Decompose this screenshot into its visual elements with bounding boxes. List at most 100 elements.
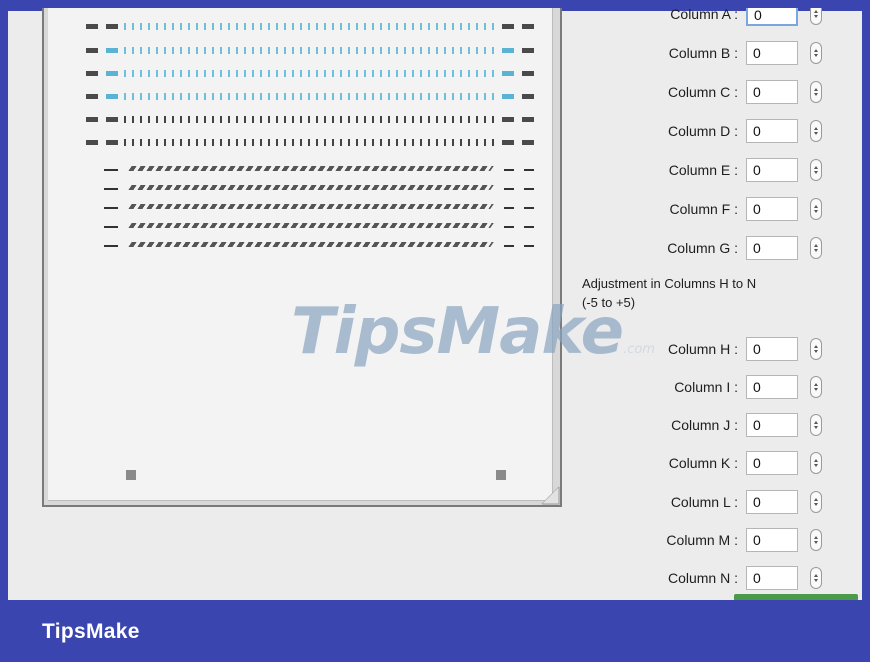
column-i-field[interactable]: 0 [746, 375, 798, 399]
preview-mark [106, 117, 118, 122]
preview-dash [104, 245, 118, 247]
column-d-label: Column D : [667, 123, 738, 139]
column-n-field[interactable]: 0 [746, 566, 798, 590]
preview-dash [524, 207, 534, 209]
column-m-label: Column M : [666, 532, 738, 548]
preview-row [128, 223, 494, 228]
preview-mark [502, 94, 514, 99]
preview-mark [86, 24, 98, 29]
column-g-label: Column G : [667, 240, 738, 256]
stepper-icon[interactable] [810, 42, 822, 64]
column-m-field[interactable]: 0 [746, 528, 798, 552]
column-k-label: Column K : [668, 455, 738, 471]
column-g-field[interactable]: 0 [746, 236, 798, 260]
preview-mark [502, 117, 514, 122]
column-j-label: Column J : [671, 417, 738, 433]
preview-paper [48, 8, 553, 501]
preview-row [124, 139, 496, 146]
stepper-icon[interactable] [810, 376, 822, 398]
column-a-field[interactable]: 0 [746, 8, 798, 26]
preview-dash [104, 169, 118, 171]
column-c-label: Column C : [667, 84, 738, 100]
preview-mark [522, 140, 534, 145]
column-e-field[interactable]: 0 [746, 158, 798, 182]
stepper-icon[interactable] [810, 491, 822, 513]
stepper-icon[interactable] [810, 81, 822, 103]
stepper-icon[interactable] [810, 237, 822, 259]
watermark-brand: TipsMake [291, 295, 624, 369]
preview-dash [504, 188, 514, 190]
preview-row [128, 185, 494, 190]
stepper-icon[interactable] [810, 338, 822, 360]
column-f-label: Column F : [669, 201, 738, 217]
preview-dash [504, 245, 514, 247]
preview-mark [502, 140, 514, 145]
preview-mark [502, 48, 514, 53]
preview-mark [106, 94, 118, 99]
column-b-field[interactable]: 0 [746, 41, 798, 65]
column-i-label: Column I : [674, 379, 738, 395]
preview-mark [106, 24, 118, 29]
preview-dash [524, 169, 534, 171]
preview-dash [504, 226, 514, 228]
column-d-field[interactable]: 0 [746, 119, 798, 143]
stepper-icon[interactable] [810, 159, 822, 181]
sheet-preview [42, 8, 562, 507]
preview-mark [522, 117, 534, 122]
column-b-label: Column B : [668, 45, 738, 61]
preview-dash [524, 226, 534, 228]
preview-mark [106, 48, 118, 53]
preview-mark [86, 140, 98, 145]
app-window: TipsMake.com Column A : 0 Column B : 0 C… [8, 8, 862, 600]
registration-mark [496, 470, 506, 480]
footer-brand: TipsMake [42, 620, 140, 643]
preview-mark [522, 71, 534, 76]
column-c-field[interactable]: 0 [746, 80, 798, 104]
column-h-field[interactable]: 0 [746, 337, 798, 361]
stepper-icon[interactable] [810, 567, 822, 589]
column-l-field[interactable]: 0 [746, 490, 798, 514]
resize-grip-icon[interactable] [538, 483, 560, 505]
preview-dash [104, 207, 118, 209]
preview-dash [504, 207, 514, 209]
stepper-icon[interactable] [810, 414, 822, 436]
column-j-field[interactable]: 0 [746, 413, 798, 437]
preview-dash [524, 245, 534, 247]
apply-button[interactable] [734, 594, 858, 600]
preview-mark [86, 94, 98, 99]
preview-row [124, 70, 496, 77]
preview-mark [522, 94, 534, 99]
column-l-label: Column L : [670, 494, 738, 510]
preview-row [128, 204, 494, 209]
preview-dash [504, 169, 514, 171]
preview-row [124, 47, 496, 54]
column-n-label: Column N : [667, 570, 738, 586]
stepper-icon[interactable] [810, 120, 822, 142]
stepper-icon[interactable] [810, 8, 822, 25]
preview-row [124, 93, 496, 100]
preview-dash [104, 226, 118, 228]
column-f-field[interactable]: 0 [746, 197, 798, 221]
preview-mark [522, 48, 534, 53]
column-a-label: Column A : [670, 8, 738, 22]
preview-mark [86, 117, 98, 122]
preview-mark [106, 140, 118, 145]
stepper-icon[interactable] [810, 452, 822, 474]
preview-mark [502, 71, 514, 76]
stepper-icon[interactable] [810, 198, 822, 220]
preview-mark [502, 24, 514, 29]
stepper-icon[interactable] [810, 529, 822, 551]
preview-dash [524, 188, 534, 190]
preview-mark [106, 71, 118, 76]
preview-row [128, 242, 494, 247]
preview-mark [86, 48, 98, 53]
preview-mark [522, 24, 534, 29]
column-h-label: Column H : [667, 341, 738, 357]
column-k-field[interactable]: 0 [746, 451, 798, 475]
preview-row [128, 166, 494, 171]
column-e-label: Column E : [668, 162, 738, 178]
preview-mark [86, 71, 98, 76]
registration-mark [126, 470, 136, 480]
section-heading: Adjustment in Columns H to N (-5 to +5) [582, 276, 757, 310]
preview-dash [104, 188, 118, 190]
